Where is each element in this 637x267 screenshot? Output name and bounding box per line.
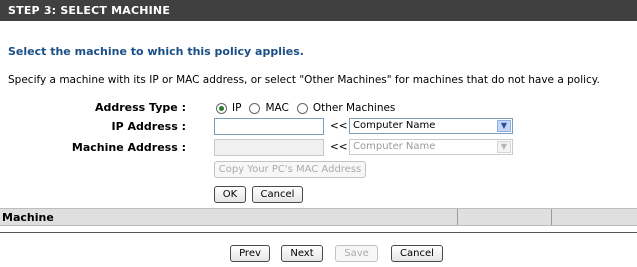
section-subtitle: Select the machine to which this policy … <box>8 45 304 58</box>
machine-column-header: Machine <box>2 211 54 224</box>
footer-cancel-button[interactable]: Cancel <box>391 245 443 262</box>
radio-mac-label: MAC <box>265 102 289 114</box>
mac-computer-name-select[interactable]: Computer Name ▼ <box>349 139 513 155</box>
mac-computer-name-select-value: Computer Name <box>353 141 436 152</box>
machine-address-input[interactable] <box>214 139 324 156</box>
next-button[interactable]: Next <box>281 245 323 262</box>
ip-address-input[interactable] <box>214 118 324 135</box>
address-type-label: Address Type : <box>94 101 186 114</box>
address-type-radio-group: IP MAC Other Machines <box>216 101 403 115</box>
table-divider <box>0 232 637 233</box>
machine-address-label: Machine Address : <box>71 141 186 154</box>
column-divider <box>551 209 552 225</box>
column-divider <box>457 209 458 225</box>
mac-copy-arrow: << <box>330 141 348 153</box>
section-description: Specify a machine with its IP or MAC add… <box>8 74 600 86</box>
radio-ip-label: IP <box>232 102 242 114</box>
ip-computer-name-select[interactable]: Computer Name ▼ <box>349 118 513 134</box>
radio-other-machines[interactable] <box>296 102 308 114</box>
ip-copy-arrow: << <box>330 120 348 132</box>
ip-computer-name-select-value: Computer Name <box>353 120 436 131</box>
radio-mac[interactable] <box>249 102 261 114</box>
ok-button[interactable]: OK <box>214 186 246 203</box>
chevron-down-icon[interactable]: ▼ <box>497 120 511 132</box>
ip-address-label: IP Address : <box>111 120 186 133</box>
radio-ip[interactable] <box>216 102 227 114</box>
radio-other-machines-label: Other Machines <box>312 102 396 114</box>
copy-mac-button[interactable]: Copy Your PC's MAC Address <box>214 161 366 178</box>
machine-table-header: Machine <box>0 208 637 226</box>
chevron-down-icon[interactable]: ▼ <box>497 141 511 153</box>
form-cancel-button[interactable]: Cancel <box>252 186 303 203</box>
section-header: STEP 3: SELECT MACHINE <box>0 0 637 21</box>
section-title: STEP 3: SELECT MACHINE <box>8 4 171 17</box>
save-button[interactable]: Save <box>335 245 378 262</box>
prev-button[interactable]: Prev <box>230 245 270 262</box>
